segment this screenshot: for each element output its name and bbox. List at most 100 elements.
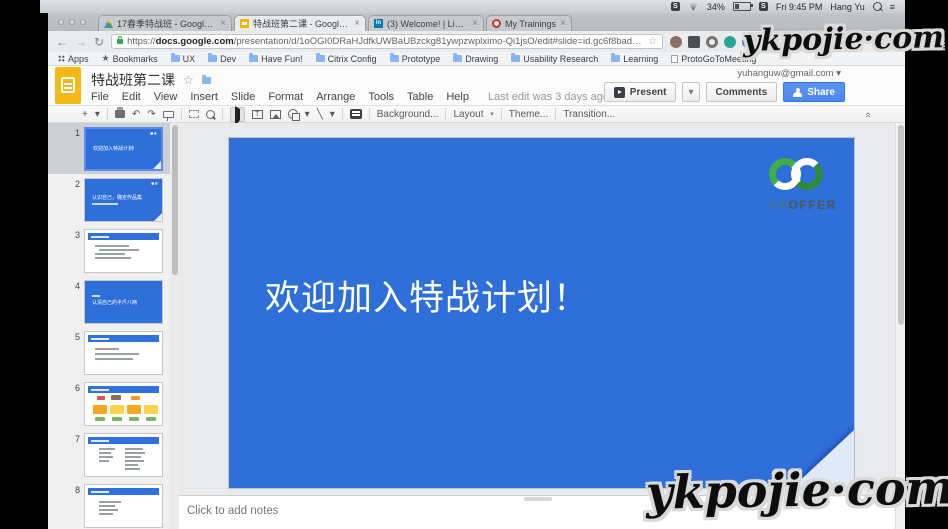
menu-file[interactable]: File [91,91,109,103]
settings-gear-icon[interactable] [706,36,718,48]
slide-thumbnail-5[interactable]: 5 [48,327,170,378]
forward-button[interactable]: → [75,35,87,49]
scrollbar-thumb[interactable] [898,125,904,325]
slide-filmstrip[interactable]: 1 欢迎加入特战计划! 2 认识自己，确定作品集 [48,123,171,529]
extension-icon-1[interactable] [670,36,682,48]
bookmark-folder-have-fun[interactable]: Have Fun! [249,54,303,64]
notes-placeholder[interactable]: Click to add notes [187,505,278,517]
print-icon[interactable] [115,110,125,118]
zoom-window-button[interactable] [80,19,86,25]
extension-icon-4[interactable] [724,36,736,48]
slide-canvas[interactable]: UXOFFER 欢迎加入特战计划！ [228,137,855,489]
notification-center-icon[interactable]: ≡ [890,2,895,12]
bookmark-folder-citrix-config[interactable]: Citrix Config [316,54,377,64]
present-options-button[interactable]: ▾ [682,82,699,102]
menu-table[interactable]: Table [407,91,433,103]
https-lock-icon[interactable] [117,39,123,44]
text-box-tool[interactable]: T [252,110,263,119]
slide-thumbnail-8[interactable]: 8 [48,480,170,529]
bookmark-folder-ux[interactable]: UX [171,54,196,64]
last-edit-status[interactable]: Last edit was 3 days ago [488,91,609,103]
favorite-star-icon[interactable]: ☆ [183,73,194,87]
close-tab-icon[interactable]: × [354,19,360,29]
close-tab-icon[interactable]: × [220,19,226,29]
collapse-toolbar-icon[interactable]: « [862,112,874,118]
bookmark-folder-learning[interactable]: Learning [611,54,658,64]
bookmarks-shortcut[interactable]: ★Bookmarks [102,53,158,64]
insert-line-tool[interactable]: ╲ [317,109,323,120]
bookmark-folder-usability-research[interactable]: Usability Research [511,54,598,64]
minimize-window-button[interactable] [69,19,75,25]
reload-button[interactable]: ↻ [94,35,104,49]
menubar-username[interactable]: Hang Yu [830,2,864,12]
status-app-icon-2[interactable]: S [759,2,768,11]
watermark-top: ykpojie·com [743,20,945,59]
line-options[interactable]: ▾ [330,109,335,120]
menu-slide[interactable]: Slide [231,91,255,103]
theme-button[interactable]: Theme... [509,109,548,120]
menu-help[interactable]: Help [446,91,469,103]
apps-shortcut[interactable]: Apps [58,54,89,64]
menu-insert[interactable]: Insert [190,91,218,103]
tab-google-drive[interactable]: 17春季特战班 - Google Dri × [98,15,232,31]
menu-edit[interactable]: Edit [122,91,141,103]
bookmark-folder-dev[interactable]: Dev [208,54,236,64]
wifi-icon[interactable] [688,3,699,11]
menu-format[interactable]: Format [268,91,303,103]
slide-thumbnail-7[interactable]: 7 [48,429,170,480]
tab-google-slides-active[interactable]: 特战班第二课 - Google Sli × [234,15,366,31]
zoom-to-fit-icon[interactable] [189,110,199,118]
slides-app-header: 特战班第二课 ☆ File Edit View Insert Slide For… [48,66,905,105]
google-slides-app-icon[interactable] [55,67,81,104]
slide-thumbnail-6[interactable]: 6 [48,378,170,429]
notes-resize-handle[interactable] [524,497,552,501]
spotlight-search-icon[interactable] [873,2,882,11]
move-to-folder-icon[interactable] [202,77,211,84]
undo-button[interactable]: ↶ [132,109,140,120]
menubar-clock[interactable]: Fri 9:45 PM [776,2,823,12]
zoom-icon[interactable] [206,110,215,119]
bookmark-folder-prototype[interactable]: Prototype [390,54,441,64]
extension-icon-2[interactable] [688,36,700,48]
share-button[interactable]: Share [783,82,845,102]
document-title[interactable]: 特战班第二课 [91,70,175,90]
paint-format-icon[interactable] [163,111,174,118]
redo-button[interactable]: ↷ [147,109,155,120]
slide-title-text[interactable]: 欢迎加入特战计划！ [265,270,589,321]
window-controls[interactable] [58,19,86,25]
account-email[interactable]: yuhanguw@gmail.com ▾ [737,68,841,79]
tab-linkedin[interactable]: in (3) Welcome! | LinkedIn × [368,15,484,31]
close-window-button[interactable] [58,19,64,25]
site-icon [492,19,501,28]
shape-options[interactable]: ▾ [305,109,310,120]
insert-image-tool[interactable] [270,110,281,119]
layout-button[interactable]: Layout ▾ [453,109,493,120]
bookmark-star-icon[interactable]: ☆ [648,36,657,47]
insert-comment-tool[interactable] [350,109,362,119]
transition-button[interactable]: Transition... [563,109,615,120]
scrollbar-thumb[interactable] [172,125,178,275]
comments-button[interactable]: Comments [706,82,778,102]
slide-thumbnail-3[interactable]: 3 [48,225,170,276]
tab-my-trainings[interactable]: My Trainings × [486,15,572,31]
menu-view[interactable]: View [154,91,178,103]
new-slide-options[interactable]: ▾ [95,109,100,120]
insert-shape-tool[interactable] [288,109,298,119]
url-input[interactable]: https://docs.google.com/presentation/d/1… [111,34,663,49]
slide-thumbnail-4[interactable]: 4 认清自己的半斤八两 [48,276,170,327]
filmstrip-scrollbar[interactable] [170,123,179,529]
menu-tools[interactable]: Tools [368,91,394,103]
status-app-icon[interactable]: S [671,2,680,11]
background-button[interactable]: Background... [377,109,439,120]
select-tool[interactable] [230,107,245,122]
slide-thumbnail-1[interactable]: 1 欢迎加入特战计划! [48,123,170,174]
new-slide-button[interactable]: + [82,109,88,120]
back-button[interactable]: ← [56,35,68,49]
slide-thumbnail-2[interactable]: 2 认识自己，确定作品集 [48,174,170,225]
bookmark-folder-drawing[interactable]: Drawing [453,54,498,64]
folder-icon [249,55,258,62]
close-tab-icon[interactable]: × [560,19,566,29]
present-button[interactable]: Present [604,82,677,102]
close-tab-icon[interactable]: × [472,19,478,29]
menu-arrange[interactable]: Arrange [316,91,355,103]
